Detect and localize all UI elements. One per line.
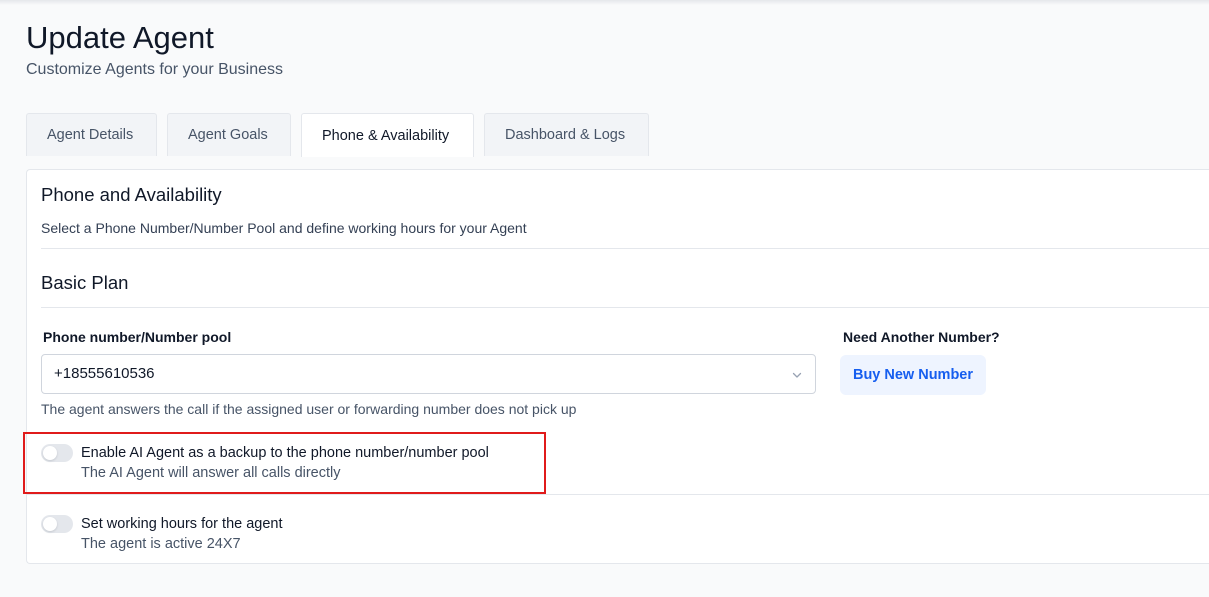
chevron-down-icon [792, 372, 802, 378]
phone-availability-card: Phone and Availability Select a Phone Nu… [26, 169, 1209, 564]
working-hours-toggle[interactable] [41, 515, 73, 533]
phone-number-label: Phone number/Number pool [43, 329, 232, 345]
tab-agent-goals[interactable]: Agent Goals [167, 113, 291, 156]
ai-backup-toggle-description: The AI Agent will answer all calls direc… [81, 465, 341, 481]
section-title: Phone and Availability [41, 184, 222, 205]
divider [27, 494, 1209, 495]
page-title: Update Agent [26, 20, 214, 55]
tab-phone-availability[interactable]: Phone & Availability [301, 113, 474, 157]
working-hours-toggle-title: Set working hours for the agent [81, 516, 283, 532]
phone-help-text: The agent answers the call if the assign… [41, 401, 577, 417]
buy-new-number-button[interactable]: Buy New Number [840, 355, 986, 395]
tab-bar: Agent Details Agent Goals Phone & Availa… [26, 113, 649, 157]
working-hours-toggle-description: The agent is active 24X7 [81, 536, 241, 552]
need-another-number-label: Need Another Number? [843, 329, 1000, 345]
top-shadow [0, 0, 1209, 5]
ai-backup-toggle[interactable] [41, 444, 73, 462]
tab-agent-details[interactable]: Agent Details [26, 113, 157, 156]
phone-number-value: +18555610536 [54, 365, 155, 382]
toggle-knob [43, 517, 57, 531]
plan-title: Basic Plan [41, 272, 129, 293]
page-subtitle: Customize Agents for your Business [26, 61, 284, 78]
toggle-knob [43, 446, 57, 460]
tab-dashboard-logs[interactable]: Dashboard & Logs [484, 113, 649, 156]
divider [41, 307, 1209, 308]
phone-number-select[interactable]: +18555610536 [41, 354, 816, 394]
divider [41, 248, 1209, 249]
ai-backup-toggle-title: Enable AI Agent as a backup to the phone… [81, 445, 489, 461]
section-description: Select a Phone Number/Number Pool and de… [41, 220, 527, 236]
